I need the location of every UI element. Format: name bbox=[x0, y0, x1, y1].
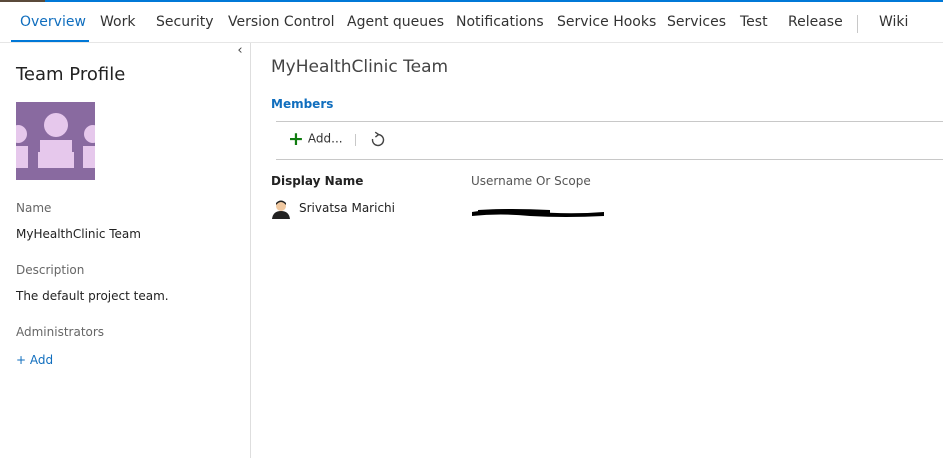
user-avatar-icon bbox=[271, 199, 291, 219]
tab-agent-queues[interactable]: Agent queues bbox=[347, 2, 444, 42]
add-administrator-link[interactable]: + Add bbox=[16, 353, 53, 367]
redacted-username-mark bbox=[470, 203, 606, 217]
members-heading: Members bbox=[271, 97, 334, 111]
name-label: Name bbox=[16, 201, 52, 215]
tab-work[interactable]: Work bbox=[100, 2, 135, 42]
add-member-label: Add... bbox=[307, 131, 343, 146]
active-tab-indicator bbox=[11, 40, 89, 42]
team-name-value: MyHealthClinic Team bbox=[16, 227, 141, 241]
tab-test[interactable]: Test bbox=[740, 2, 768, 42]
members-toolbar: + Add... bbox=[276, 121, 943, 160]
page-title: MyHealthClinic Team bbox=[271, 57, 449, 77]
refresh-icon[interactable] bbox=[369, 131, 387, 149]
description-label: Description bbox=[16, 263, 85, 277]
column-header-username[interactable]: Username Or Scope bbox=[471, 174, 591, 188]
add-member-button[interactable]: + Add... bbox=[288, 128, 343, 150]
tab-overview[interactable]: Overview bbox=[20, 2, 86, 42]
tab-release[interactable]: Release bbox=[788, 2, 843, 42]
administrators-label: Administrators bbox=[16, 325, 105, 339]
team-description-value: The default project team. bbox=[16, 289, 169, 303]
plus-icon: + bbox=[288, 128, 304, 150]
team-profile-title: Team Profile bbox=[16, 64, 126, 85]
column-header-display-name[interactable]: Display Name bbox=[271, 174, 363, 188]
team-avatar-icon bbox=[16, 102, 95, 180]
tab-divider bbox=[857, 15, 858, 33]
tab-service-hooks[interactable]: Service Hooks bbox=[557, 2, 656, 42]
member-display-name: Srivatsa Marichi bbox=[299, 201, 395, 215]
tab-version-control[interactable]: Version Control bbox=[228, 2, 335, 42]
tab-wiki[interactable]: Wiki bbox=[879, 2, 908, 42]
tab-notifications[interactable]: Notifications bbox=[456, 2, 544, 42]
tab-services[interactable]: Services bbox=[667, 2, 726, 42]
tab-security[interactable]: Security bbox=[156, 2, 214, 42]
collapse-pane-icon[interactable]: ‹ bbox=[235, 44, 245, 58]
table-row[interactable]: Srivatsa Marichi bbox=[271, 198, 943, 220]
admin-tab-bar: Overview Work Security Version Control A… bbox=[0, 2, 943, 43]
toolbar-divider bbox=[355, 134, 356, 146]
